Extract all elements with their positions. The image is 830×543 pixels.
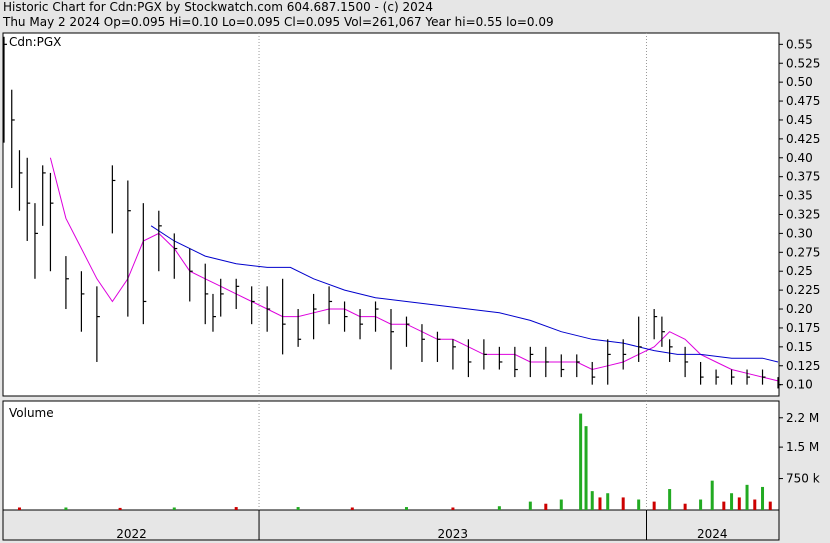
volume-bar-13 <box>579 413 583 510</box>
price-tick-label-17: 0.125 <box>786 359 820 373</box>
volume-bar-8 <box>451 507 455 510</box>
price-tick-label-0: 0.55 <box>786 37 813 51</box>
volume-bar-15 <box>590 491 594 510</box>
volume-bar-19 <box>637 499 641 510</box>
volume-bar-7 <box>404 507 408 510</box>
price-y-axis: 0.55 0.525 0.50 0.475 0.45 0.425 0.40 0.375 0.35… <box>779 37 820 392</box>
price-tick-label-12: 0.25 <box>786 264 813 278</box>
price-tick-label-1: 0.525 <box>786 56 820 70</box>
price-tick-label-18: 0.10 <box>786 378 813 392</box>
volume-bar-14 <box>584 426 588 510</box>
price-tick-label-5: 0.425 <box>786 132 820 146</box>
volume-bar-24 <box>710 480 714 510</box>
volume-bar-12 <box>559 499 563 510</box>
volume-bar-1 <box>64 507 68 510</box>
price-tick-label-4: 0.45 <box>786 113 813 127</box>
volume-bar-3 <box>172 507 176 510</box>
volume-bar-21 <box>668 489 672 510</box>
volume-bar-29 <box>753 499 757 510</box>
price-tick-label-14: 0.20 <box>786 302 813 316</box>
volume-tick-label-2: 750 k <box>786 472 820 486</box>
volume-bar-30 <box>761 486 765 510</box>
volume-bar-9 <box>497 506 501 510</box>
volume-panel-background <box>2 400 780 511</box>
volume-bar-17 <box>606 493 610 510</box>
price-tick-label-15: 0.175 <box>786 321 820 335</box>
stock-chart: 0.55 0.525 0.50 0.475 0.45 0.425 0.40 0.375 0.35… <box>2 32 820 541</box>
volume-bar-4 <box>234 507 238 510</box>
volume-bar-6 <box>350 507 354 510</box>
price-tick-label-16: 0.15 <box>786 340 813 354</box>
price-tick-label-10: 0.30 <box>786 226 813 240</box>
year-label-2023: 2023 <box>437 527 468 541</box>
volume-bar-26 <box>730 493 734 510</box>
volume-bar-20 <box>652 501 656 510</box>
price-tick-label-13: 0.225 <box>786 283 820 297</box>
volume-y-axis: 2.2 M 1.5 M 750 k <box>779 411 820 486</box>
volume-bar-28 <box>745 484 749 510</box>
volume-bar-16 <box>598 497 602 510</box>
price-tick-label-2: 0.50 <box>786 75 813 89</box>
volume-bar-5 <box>296 507 300 510</box>
price-tick-label-11: 0.275 <box>786 245 820 259</box>
volume-bar-25 <box>722 501 726 510</box>
volume-bar-0 <box>17 507 21 510</box>
volume-tick-label-1: 1.5 M <box>786 440 819 454</box>
price-panel-title: Cdn:PGX <box>9 35 61 49</box>
volume-panel-title: Volume <box>9 406 54 420</box>
volume-bar-18 <box>621 497 625 510</box>
volume-bar-22 <box>683 503 687 510</box>
price-tick-label-8: 0.35 <box>786 189 813 203</box>
price-tick-label-9: 0.325 <box>786 208 820 222</box>
volume-bar-31 <box>768 501 772 510</box>
volume-bar-27 <box>737 497 741 510</box>
volume-bar-11 <box>544 503 548 510</box>
volume-bar-10 <box>528 501 532 510</box>
year-label-2024: 2024 <box>697 527 728 541</box>
price-tick-label-6: 0.40 <box>786 151 813 165</box>
volume-bar-23 <box>699 499 703 510</box>
year-label-2022: 2022 <box>116 527 147 541</box>
volume-bar-2 <box>118 507 122 510</box>
volume-tick-label-0: 2.2 M <box>786 411 819 425</box>
price-tick-label-3: 0.475 <box>786 94 820 108</box>
price-tick-label-7: 0.375 <box>786 170 820 184</box>
